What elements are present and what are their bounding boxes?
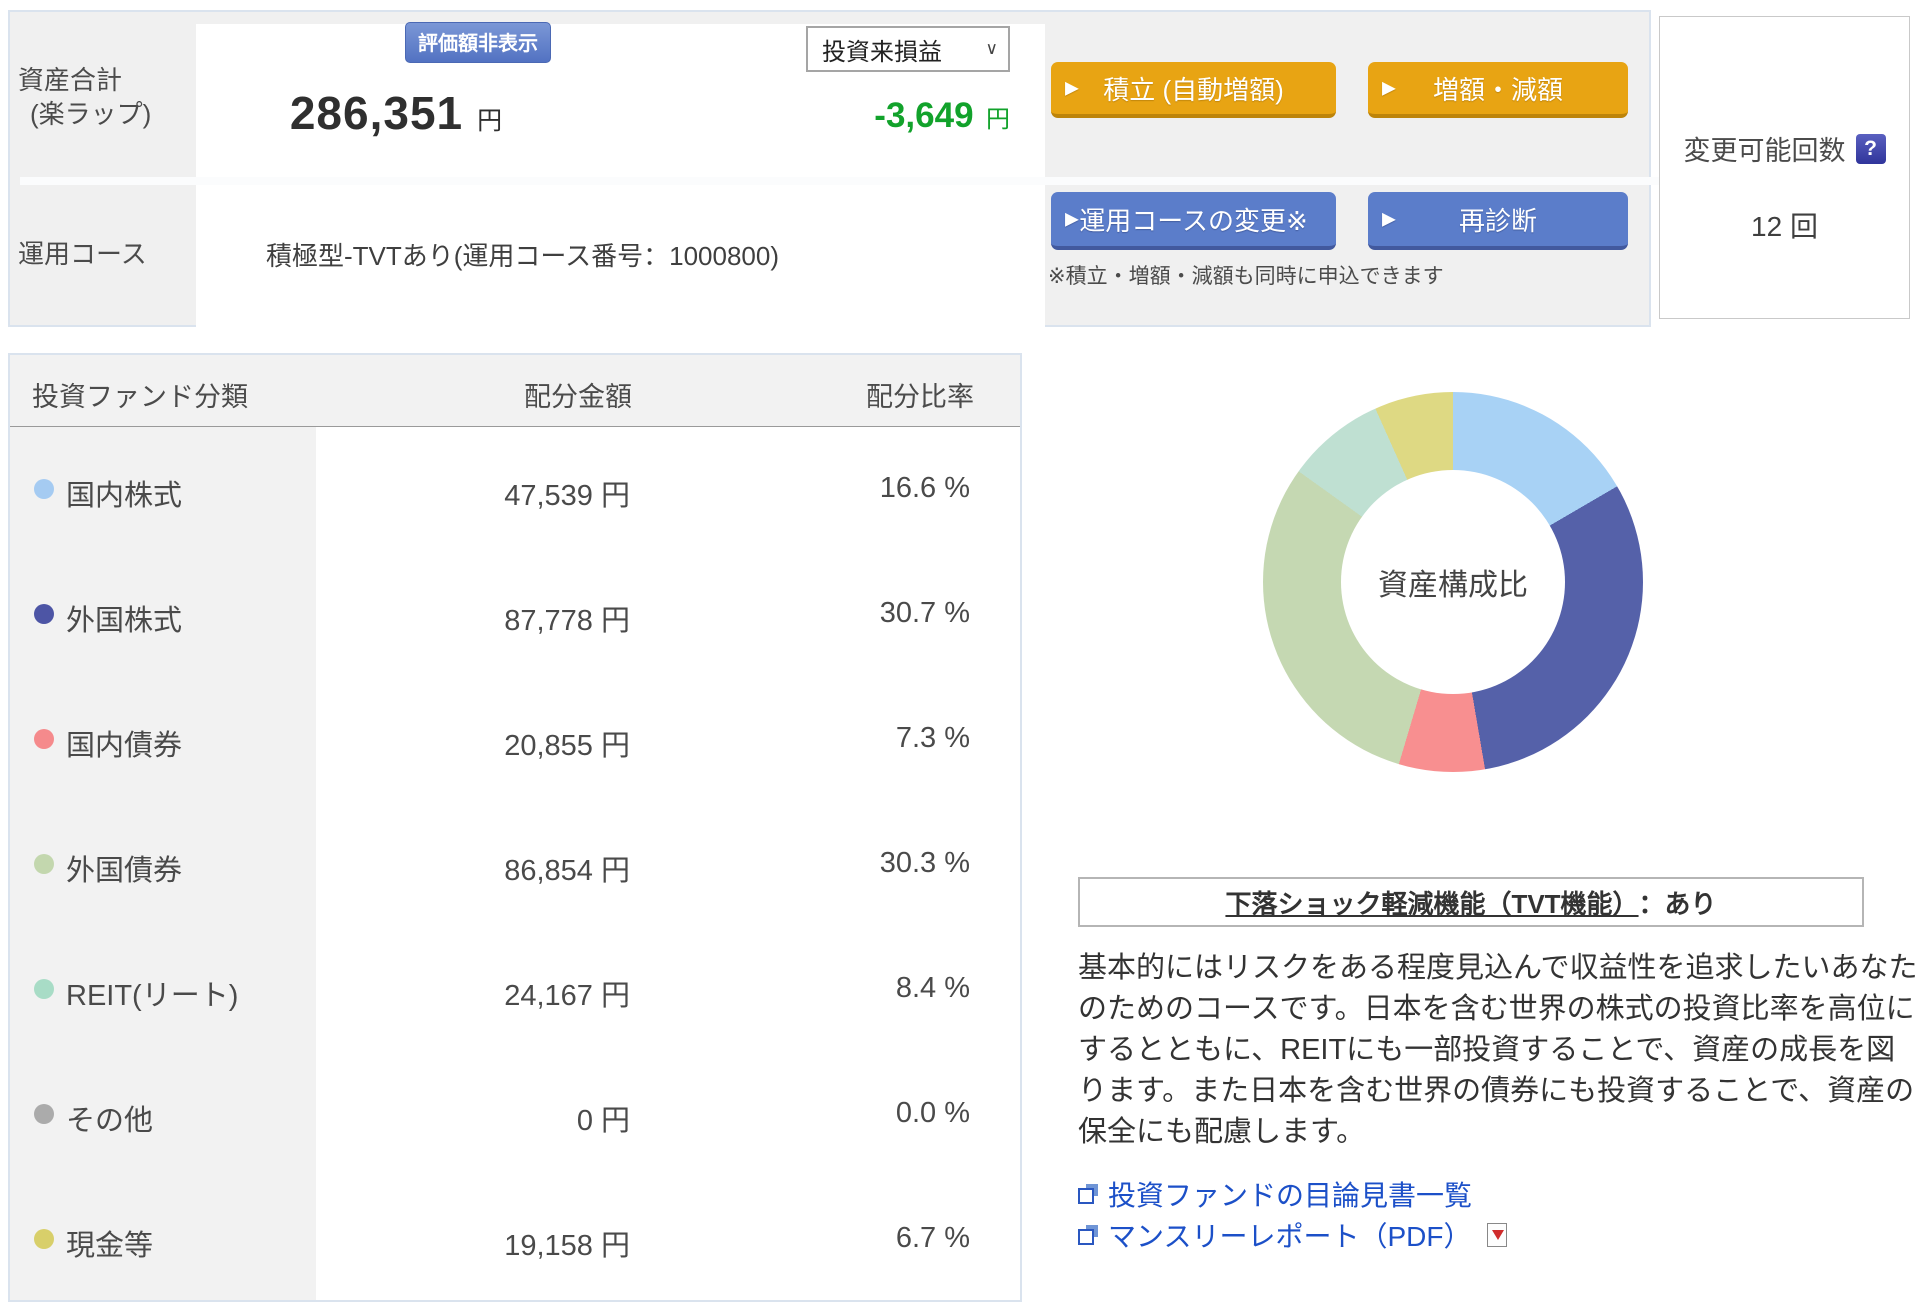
prospectus-list-link[interactable]: 投資ファンドの目論見書一覧 [1078, 1174, 1472, 1214]
allocation-row-3: 国内債券 20,855 円 7.3 % [10, 677, 1020, 802]
profit-loss-number: -3,649 [874, 96, 974, 135]
header-allocation-amount: 配分金額 [524, 382, 632, 412]
tvt-function-label: 下落ショック軽減機能（TVT機能） [1225, 888, 1639, 919]
allocation-row-7: 現金等 19,158 円 6.7 % [10, 1177, 1020, 1302]
monthly-report-link[interactable]: マンスリーレポート（PDF） [1078, 1215, 1508, 1255]
allocation-ratio: 0.0 % [895, 1097, 970, 1129]
course-change-button[interactable]: ▶ 運用コースの変更※ [1051, 192, 1336, 250]
change-count-value: 12 回 [1751, 211, 1818, 242]
category-color-dot [34, 979, 54, 999]
total-assets-label-line1: 資産合計 [18, 65, 123, 95]
prospectus-list-link-label: 投資ファンドの目論見書一覧 [1108, 1180, 1473, 1211]
course-value: 積極型-TVTあり(運用コース番号：1000800) [266, 241, 780, 271]
monthly-report-link-label: マンスリーレポート（PDF） [1108, 1221, 1472, 1252]
change-count-panel: 変更可能回数 ? 12 回 [1659, 16, 1910, 319]
rediagnosis-button[interactable]: ▶ 再診断 [1368, 192, 1628, 250]
chevron-down-icon: ∨ [985, 39, 998, 58]
allocation-ratio: 8.4 % [895, 972, 970, 1004]
category-color-dot [34, 479, 54, 499]
allocation-ratio: 30.3 % [879, 847, 970, 879]
category-label: 外国債券 [66, 855, 183, 887]
triangle-right-icon: ▶ [1065, 77, 1079, 98]
change-count-label: 変更可能回数 [1683, 136, 1846, 166]
category-label: その他 [66, 1105, 154, 1137]
category-color-dot [34, 854, 54, 874]
allocation-row-5: REIT(リート) 24,167 円 8.4 % [10, 927, 1020, 1052]
profit-loss-value: -3,649 円 [700, 96, 1010, 136]
increase-decrease-button[interactable]: ▶ 増額・減額 [1368, 62, 1628, 118]
donut-center-label: 資産構成比 [1378, 569, 1528, 602]
category-color-dot [34, 1104, 54, 1124]
category-label: 国内株式 [66, 480, 183, 512]
total-assets-number: 286,351 [289, 87, 464, 139]
asset-composition-donut-chart: 資産構成比 [1263, 392, 1643, 772]
total-assets-value: 286,351 円 [186, 86, 606, 140]
tsumitate-button[interactable]: ▶ 積立 (自動増額) [1051, 62, 1336, 118]
header-fund-category: 投資ファンド分類 [32, 382, 248, 412]
tsumitate-button-label: 積立 (自動増額) [1103, 74, 1284, 105]
allocation-amount: 86,854 円 [504, 855, 630, 887]
allocation-row-2: 外国株式 87,778 円 30.7 % [10, 552, 1020, 677]
profit-loss-unit: 円 [986, 106, 1010, 133]
help-icon[interactable]: ? [1855, 133, 1886, 164]
external-window-icon [1078, 1184, 1098, 1204]
allocation-amount: 24,167 円 [504, 980, 630, 1012]
hide-valuation-badge-button[interactable]: 評価額非表示 [405, 22, 551, 63]
simultaneous-application-note: ※積立・増額・減額も同時に申込できます [1048, 265, 1444, 288]
allocation-row-6: その他 0 円 0.0 % [10, 1052, 1020, 1177]
allocation-ratio: 30.7 % [879, 597, 970, 629]
external-window-icon [1078, 1225, 1098, 1245]
course-description: 基本的にはリスクをある程度見込んで収益性を追求したいあなたのためのコースです。日… [1078, 952, 1916, 1148]
allocation-amount: 19,158 円 [504, 1230, 630, 1262]
allocation-ratio: 6.7 % [895, 1222, 970, 1254]
allocation-amount: 0 円 [576, 1105, 630, 1137]
allocation-amount: 87,778 円 [504, 605, 630, 637]
profit-loss-select-value: 投資来損益 [822, 38, 942, 66]
triangle-right-icon: ▶ [1382, 208, 1396, 229]
total-assets-unit: 円 [477, 107, 503, 135]
category-color-dot [34, 729, 54, 749]
allocation-row-4: 外国債券 86,854 円 30.3 % [10, 802, 1020, 927]
category-label: 現金等 [66, 1230, 154, 1262]
allocation-amount: 20,855 円 [504, 730, 630, 762]
allocation-row-1: 国内株式 47,539 円 16.6 % [10, 427, 1020, 552]
allocation-table-header: 投資ファンド分類 配分金額 配分比率 [10, 355, 1020, 427]
total-assets-label-line2: (楽ラップ) [30, 99, 152, 129]
allocation-card: 投資ファンド分類 配分金額 配分比率 国内株式 47,539 円 16.6 % 外国株… [8, 353, 1022, 1302]
allocation-ratio: 7.3 % [895, 722, 970, 754]
triangle-right-icon: ▶ [1065, 208, 1079, 229]
panel-row-divider [20, 177, 1659, 185]
allocation-amount: 47,539 円 [504, 480, 630, 512]
donut-hole: 資産構成比 [1341, 470, 1565, 694]
rakuten-wrap-page: 資産合計 (楽ラップ) 評価額非表示 286,351 円 投資来損益 ∨ -3,… [0, 0, 1916, 1310]
profit-loss-select[interactable]: 投資来損益 ∨ [806, 26, 1010, 72]
category-label: REIT(リート) [66, 980, 239, 1012]
increase-decrease-button-label: 増額・減額 [1432, 74, 1563, 105]
category-color-dot [34, 1229, 54, 1249]
tvt-function-value: ：あり [1638, 888, 1717, 919]
pdf-icon [1487, 1223, 1508, 1247]
course-change-button-label: 運用コースの変更※ [1079, 205, 1308, 236]
category-color-dot [34, 604, 54, 624]
header-allocation-ratio: 配分比率 [866, 382, 974, 412]
category-label: 外国株式 [66, 605, 183, 637]
course-label: 運用コース [18, 239, 147, 269]
tvt-function-box: 下落ショック軽減機能（TVT機能） ：あり [1078, 877, 1864, 927]
allocation-ratio: 16.6 % [879, 472, 970, 504]
category-label: 国内債券 [66, 730, 183, 762]
triangle-right-icon: ▶ [1382, 77, 1396, 98]
rediagnosis-button-label: 再診断 [1458, 205, 1537, 236]
